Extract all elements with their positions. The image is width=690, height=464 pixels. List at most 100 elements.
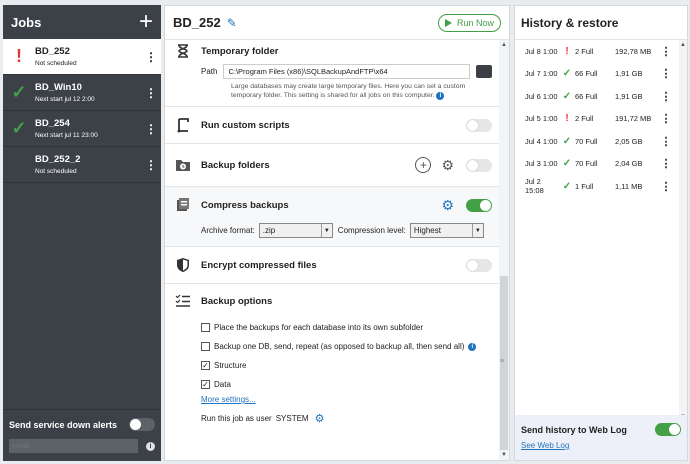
job-info: BD_252 Not scheduled [35, 46, 141, 67]
history-date: Jul 4 1:00 [525, 136, 558, 146]
jobs-panel: Jobs + ! BD_252 Not scheduled ⋮ ✓ BD_Win… [3, 5, 161, 461]
backup-folders-toggle[interactable] [466, 158, 492, 172]
backup-folders-row: Backup folders + ⚙ [173, 144, 492, 186]
folder-icon[interactable] [476, 65, 492, 78]
job-menu-icon[interactable]: ⋮ [141, 122, 161, 136]
level-label: Compression level: [337, 226, 406, 235]
option-data[interactable]: ✓ Data [201, 375, 492, 394]
checkbox[interactable] [201, 323, 210, 332]
option-own-subfolder[interactable]: Place the backups for each database into… [201, 318, 492, 337]
more-settings-row: More settings... [201, 394, 492, 408]
custom-scripts-section: Run custom scripts [165, 107, 500, 144]
history-row[interactable]: Jul 8 1:00 ! 2 Full 192,78 MB ⋮ [515, 40, 679, 63]
scroll-up-icon[interactable]: ▲ [501, 42, 507, 48]
encrypt-title: Encrypt compressed files [201, 259, 317, 271]
add-folder-icon[interactable]: + [415, 157, 432, 173]
archive-icon [173, 196, 193, 214]
more-settings-link[interactable]: More settings... [201, 395, 256, 404]
format-select[interactable]: .zip ▼ [258, 223, 333, 238]
history-size: 1,91 GB [615, 91, 643, 101]
row-menu-icon[interactable]: ⋮ [659, 90, 673, 103]
email-input[interactable] [9, 439, 139, 453]
job-name: BD_252 [35, 46, 70, 57]
checkbox-checked[interactable]: ✓ [201, 380, 210, 389]
compress-format-row: Archive format: .zip ▼ Compression level… [201, 223, 492, 246]
edit-pencil-icon[interactable]: ✎ [227, 16, 237, 30]
option-structure[interactable]: ✓ Structure [201, 356, 492, 375]
exclamation-icon: ! [565, 113, 569, 125]
history-row[interactable]: Jul 5 1:00 ! 2 Full 191,72 MB ⋮ [515, 108, 679, 131]
path-input[interactable]: C:\Program Files (x86)\SQLBackupAndFTP\x… [223, 64, 471, 79]
weblog-toggle[interactable] [655, 423, 681, 436]
checkmark-icon: ✓ [562, 158, 572, 170]
hourglass-icon [173, 42, 193, 60]
option-label: Backup one DB, send, repeat (as opposed … [214, 342, 465, 351]
history-date: Jul 3 1:00 [525, 159, 558, 169]
path-row: Path C:\Program Files (x86)\SQLBackupAnd… [201, 64, 492, 79]
backup-options-list: Place the backups for each database into… [201, 318, 492, 428]
history-count: 2 Full [575, 114, 594, 124]
row-menu-icon[interactable]: ⋮ [659, 157, 673, 170]
run-now-button[interactable]: Run Now [437, 13, 501, 32]
option-backup-one-db[interactable]: Backup one DB, send, repeat (as opposed … [201, 337, 492, 356]
checkbox-checked[interactable]: ✓ [201, 361, 210, 370]
checkbox[interactable] [201, 342, 210, 351]
gear-icon[interactable]: ⚙ [315, 412, 325, 425]
history-title: History & restore [521, 15, 619, 30]
job-item[interactable]: ! BD_252 Not scheduled ⋮ [3, 39, 161, 75]
backup-folders-section: Backup folders + ⚙ [165, 144, 500, 187]
alerts-label: Send service down alerts [9, 419, 118, 430]
history-scrollbar[interactable]: ▲ ▼ [679, 40, 687, 422]
checkmark-icon: ✓ [562, 68, 572, 80]
alerts-toggle[interactable] [129, 418, 155, 431]
gear-icon[interactable]: ⚙ [441, 197, 454, 214]
history-row[interactable]: Jul 3 1:00 ✓ 70 Full 2,04 GB ⋮ [515, 153, 679, 176]
row-menu-icon[interactable]: ⋮ [659, 112, 673, 125]
job-menu-icon[interactable]: ⋮ [141, 86, 161, 100]
job-menu-icon[interactable]: ⋮ [141, 50, 161, 64]
weblog-row: Send history to Web Log [521, 423, 681, 436]
compress-toggle[interactable] [466, 198, 492, 212]
scroll-down-icon[interactable]: ▼ [501, 452, 507, 458]
history-header: History & restore [515, 6, 687, 40]
info-icon[interactable]: i [468, 342, 477, 351]
row-menu-icon[interactable]: ⋮ [659, 67, 673, 80]
level-select[interactable]: Highest ▼ [409, 223, 484, 238]
settings-scrollbar[interactable]: ▲ ≡ ▼ [499, 40, 509, 460]
scroll-up-icon[interactable]: ▲ [680, 42, 686, 48]
job-item[interactable]: BD_252_2 Not scheduled ⋮ [3, 147, 161, 183]
chevron-down-icon: ▼ [320, 224, 332, 237]
history-row[interactable]: Jul 4 1:00 ✓ 70 Full 2,05 GB ⋮ [515, 130, 679, 153]
checklist-icon [173, 292, 193, 310]
job-schedule: Next start jul 12 2:00 [35, 96, 95, 103]
toggle-knob [480, 199, 491, 211]
history-row[interactable]: Jul 2 15:08 ✓ 1 Full 1,11 MB ⋮ [515, 175, 679, 198]
gear-icon[interactable]: ⚙ [441, 157, 454, 174]
job-schedule: Not scheduled [35, 60, 77, 67]
job-item[interactable]: ✓ BD_Win10 Next start jul 12 2:00 ⋮ [3, 75, 161, 111]
job-item[interactable]: ✓ BD_254 Next start jul 11 23:00 ⋮ [3, 111, 161, 147]
job-name: BD_252_2 [35, 154, 81, 165]
row-menu-icon[interactable]: ⋮ [659, 45, 673, 58]
custom-scripts-toggle[interactable] [466, 118, 492, 132]
info-icon[interactable]: i [436, 92, 445, 100]
history-row[interactable]: Jul 7 1:00 ✓ 66 Full 1,91 GB ⋮ [515, 63, 679, 86]
history-row[interactable]: Jul 6 1:00 ✓ 66 Full 1,91 GB ⋮ [515, 85, 679, 108]
row-menu-icon[interactable]: ⋮ [659, 180, 673, 193]
encrypt-toggle[interactable] [466, 258, 492, 272]
encrypt-section: Encrypt compressed files [165, 247, 500, 284]
backup-folders-title: Backup folders [201, 159, 270, 171]
app-window: Jobs + ! BD_252 Not scheduled ⋮ ✓ BD_Win… [0, 0, 690, 464]
job-menu-icon[interactable]: ⋮ [141, 158, 161, 172]
history-panel: History & restore Jul 8 1:00 ! 2 Full 19… [514, 5, 688, 461]
history-count: 2 Full [575, 46, 594, 56]
job-name: BD_254 [35, 118, 70, 129]
history-size: 191,72 MB [615, 114, 652, 124]
add-job-icon[interactable]: + [139, 10, 153, 34]
row-menu-icon[interactable]: ⋮ [659, 135, 673, 148]
backup-options-header: Backup options [173, 284, 492, 318]
path-help-text: Large databases may create large tempora… [231, 82, 471, 106]
see-weblog-link[interactable]: See Web Log [521, 441, 569, 450]
info-icon[interactable]: i [146, 441, 155, 451]
job-title: BD_252 [173, 15, 221, 30]
